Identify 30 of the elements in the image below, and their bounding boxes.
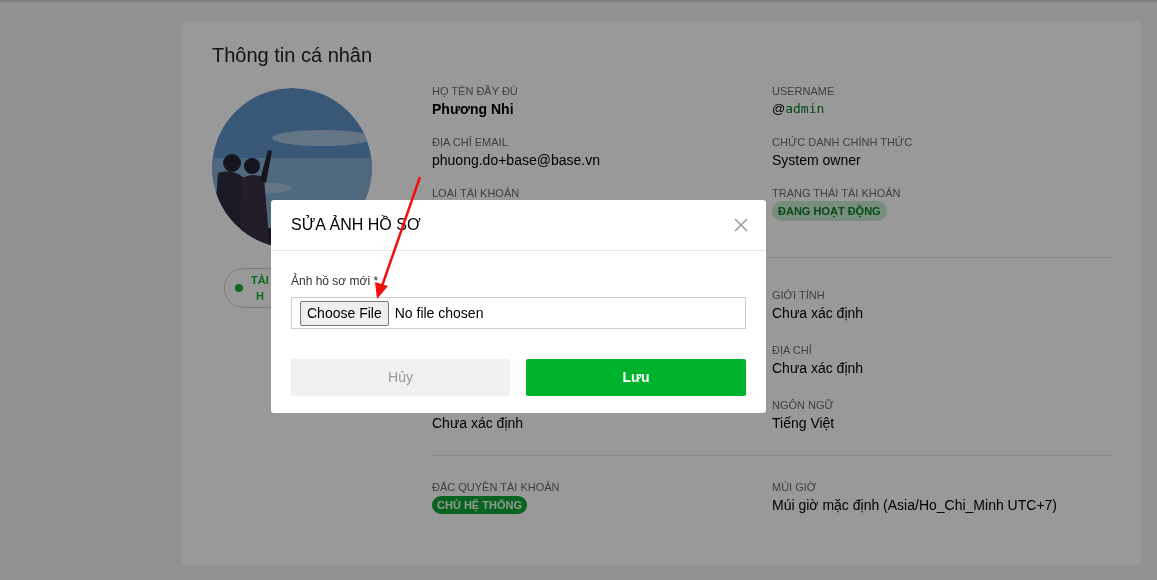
field-value: Múi giờ mặc định (Asia/Ho_Chi_Minh UTC+7)	[772, 495, 1057, 515]
field-label: TRẠNG THÁI TÀI KHOẢN	[772, 187, 901, 199]
role-badge: CHỦ HỆ THỐNG	[432, 495, 527, 515]
file-input[interactable]: Choose File No file chosen	[291, 297, 746, 329]
field-label: ĐẶC QUYỀN TÀI KHOẢN	[432, 481, 560, 493]
field-label: ĐỊA CHỈ	[772, 344, 812, 356]
field-label: ĐỊA CHỈ EMAIL	[432, 136, 508, 148]
field-value: Chưa xác định	[772, 303, 864, 323]
field-label: Ảnh hồ sơ mới *	[291, 272, 380, 290]
field-label: HỌ TÊN ĐẦY ĐỦ	[432, 85, 518, 97]
field-label: GIỚI TÍNH	[772, 289, 825, 301]
choose-file-button[interactable]: Choose File	[300, 300, 389, 326]
field-value: System owner	[772, 150, 861, 170]
file-status: No file chosen	[394, 303, 484, 323]
status-text: H	[255, 289, 264, 304]
field-label: MÚI GIỜ	[772, 481, 817, 493]
field-label: NGÔN NGỮ	[772, 399, 834, 411]
field-label: LOẠI TÀI KHOẢN	[432, 187, 520, 199]
field-label: CHỨC DANH CHÍNH THỨC	[772, 136, 913, 148]
status-badge: ĐANG HOẠT ĐỘNG	[772, 200, 887, 222]
page-title: Thông tin cá nhân	[212, 43, 374, 68]
field-value: Chưa xác định	[432, 413, 524, 433]
field-value: phuong.do+base@base.vn	[432, 150, 600, 170]
field-value: Phương Nhi	[432, 99, 514, 119]
username-value: @admin	[772, 100, 825, 119]
field-value: Chưa xác định	[772, 358, 864, 378]
field-label: USERNAME	[772, 85, 835, 97]
field-value: Tiếng Việt	[772, 413, 835, 433]
status-text: TÀI	[251, 272, 269, 288]
close-icon[interactable]	[734, 218, 748, 232]
